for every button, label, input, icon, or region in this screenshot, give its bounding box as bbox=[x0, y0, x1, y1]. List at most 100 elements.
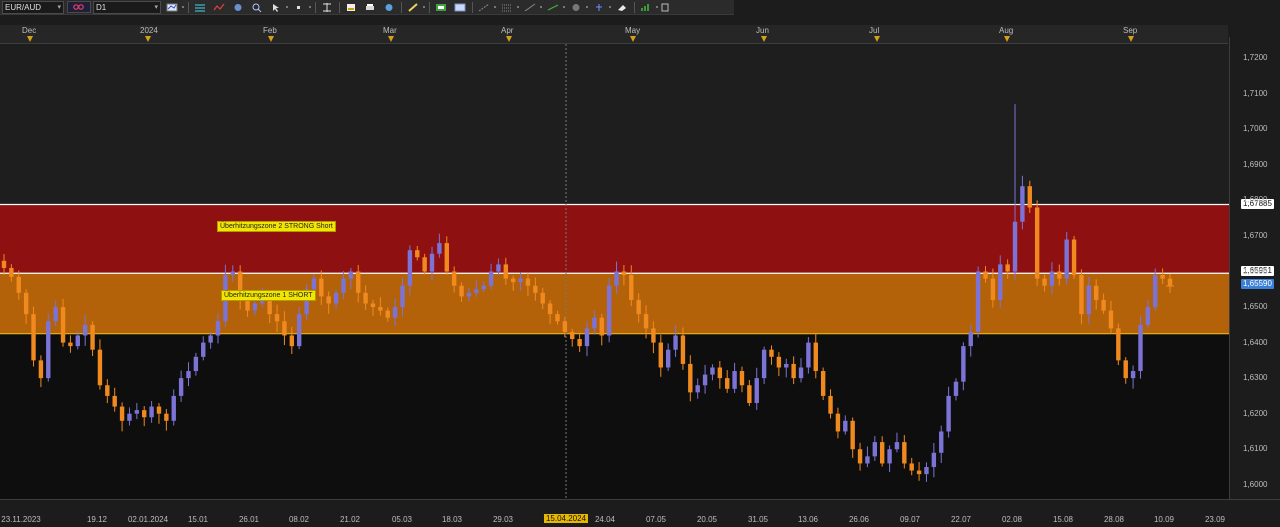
candlestick-chart[interactable] bbox=[0, 44, 1229, 499]
signal-button[interactable] bbox=[638, 2, 654, 13]
candle-body bbox=[46, 321, 51, 379]
fibonacci-button[interactable] bbox=[476, 2, 492, 13]
candle-body bbox=[392, 307, 398, 318]
candle-body bbox=[1079, 275, 1084, 315]
candle-body bbox=[429, 253, 435, 272]
globe-button[interactable] bbox=[381, 2, 397, 13]
candle-body bbox=[894, 442, 900, 450]
timeframe-value: D1 bbox=[96, 2, 107, 12]
trend-button[interactable] bbox=[522, 2, 538, 13]
candle-body bbox=[909, 463, 914, 471]
maximize-button[interactable] bbox=[661, 2, 669, 13]
candle-body bbox=[1042, 278, 1047, 286]
chain-link-button[interactable] bbox=[67, 1, 91, 13]
date-label: 05.03 bbox=[391, 515, 413, 524]
candle-body bbox=[990, 278, 996, 300]
crosshair-button[interactable] bbox=[319, 2, 335, 13]
candle-body bbox=[1027, 186, 1032, 208]
candle-body bbox=[296, 314, 302, 347]
cursor-button[interactable] bbox=[268, 2, 284, 13]
pencil-button[interactable] bbox=[405, 2, 421, 13]
stack-button[interactable] bbox=[192, 2, 208, 13]
eraser-button[interactable] bbox=[614, 2, 630, 13]
chevron-down-icon: ▾ bbox=[57, 3, 61, 11]
price-label: 1,6100 bbox=[1243, 444, 1268, 454]
zone2-label: Überhitzungszone 2 STRONG Short bbox=[217, 221, 336, 232]
candle-body bbox=[916, 470, 922, 475]
grid-button[interactable] bbox=[499, 2, 515, 13]
month-marker-icon bbox=[145, 36, 151, 42]
candle-body bbox=[415, 250, 420, 258]
candle-body bbox=[1123, 360, 1128, 379]
candle-body bbox=[481, 285, 486, 290]
template-button[interactable] bbox=[452, 2, 468, 13]
candle-body bbox=[127, 413, 132, 421]
date-label: 10.09 bbox=[1153, 515, 1175, 524]
zone1-label: Überhitzungszone 1 SHORT bbox=[221, 290, 316, 301]
candle-body bbox=[813, 342, 818, 372]
color-button[interactable] bbox=[433, 2, 449, 13]
candle-body bbox=[178, 378, 184, 396]
month-label: 2024 bbox=[140, 26, 158, 35]
candle-body bbox=[518, 278, 523, 283]
candle-body bbox=[717, 367, 723, 379]
candle-body bbox=[363, 292, 368, 304]
candle-body bbox=[245, 299, 250, 311]
candle-body bbox=[1167, 278, 1173, 287]
candle-body bbox=[754, 378, 759, 404]
point-button[interactable] bbox=[291, 2, 307, 13]
candle-body bbox=[289, 335, 295, 347]
candle-body bbox=[215, 321, 221, 336]
candle-body bbox=[784, 363, 789, 368]
month-label: May bbox=[625, 26, 641, 35]
object-button[interactable] bbox=[230, 2, 246, 13]
timeframe-select[interactable]: D1 ▾ bbox=[93, 0, 161, 14]
month-marker-icon bbox=[630, 36, 636, 42]
date-label: 26.01 bbox=[238, 515, 260, 524]
month-marker-icon bbox=[761, 36, 767, 42]
candle-body bbox=[488, 271, 494, 286]
candle-body bbox=[710, 367, 715, 375]
candle-body bbox=[319, 278, 324, 297]
circle-button[interactable] bbox=[568, 2, 584, 13]
candle-body bbox=[1138, 324, 1143, 372]
candle-body bbox=[761, 349, 767, 379]
save-button[interactable] bbox=[343, 2, 359, 13]
candle-body bbox=[1153, 275, 1158, 308]
candle-body bbox=[592, 317, 597, 329]
date-label: 02.01.2024 bbox=[127, 515, 169, 524]
candle-body bbox=[769, 349, 774, 357]
candle-body bbox=[326, 296, 331, 304]
zoom-in-button[interactable] bbox=[249, 2, 265, 13]
template-icon bbox=[454, 3, 466, 11]
candle-body bbox=[798, 367, 804, 379]
candle-body bbox=[1094, 285, 1099, 300]
stack-icon bbox=[195, 3, 205, 12]
candle-body bbox=[53, 307, 58, 322]
price-label: 1,6900 bbox=[1243, 159, 1268, 169]
month-marker-icon bbox=[1128, 36, 1134, 42]
line-button[interactable] bbox=[545, 2, 561, 13]
candle-body bbox=[208, 335, 213, 343]
candle-body bbox=[1130, 371, 1136, 379]
candle-body bbox=[1005, 264, 1010, 272]
candle-body bbox=[946, 395, 951, 432]
candle-body bbox=[1034, 207, 1040, 279]
candle-body bbox=[562, 321, 568, 332]
chart-type-button[interactable] bbox=[164, 2, 180, 13]
indicator-button[interactable] bbox=[211, 2, 227, 13]
print-button[interactable] bbox=[362, 2, 378, 13]
candle-body bbox=[887, 449, 892, 464]
symbol-select[interactable]: EUR/AUD ▾ bbox=[2, 0, 64, 14]
pin-button[interactable] bbox=[591, 2, 607, 13]
candle-body bbox=[636, 299, 641, 315]
toolbar: EUR/AUD ▾ D1 ▾ bbox=[0, 0, 734, 15]
candle-body bbox=[385, 310, 390, 318]
candle-body bbox=[68, 342, 73, 347]
candle-body bbox=[1049, 271, 1055, 286]
crosshair-date-label: 15.04.2024 bbox=[543, 514, 589, 523]
date-label: 24.04 bbox=[594, 515, 616, 524]
candle-body bbox=[584, 328, 590, 347]
candle-body bbox=[843, 420, 848, 432]
zone2-band bbox=[0, 204, 1229, 274]
